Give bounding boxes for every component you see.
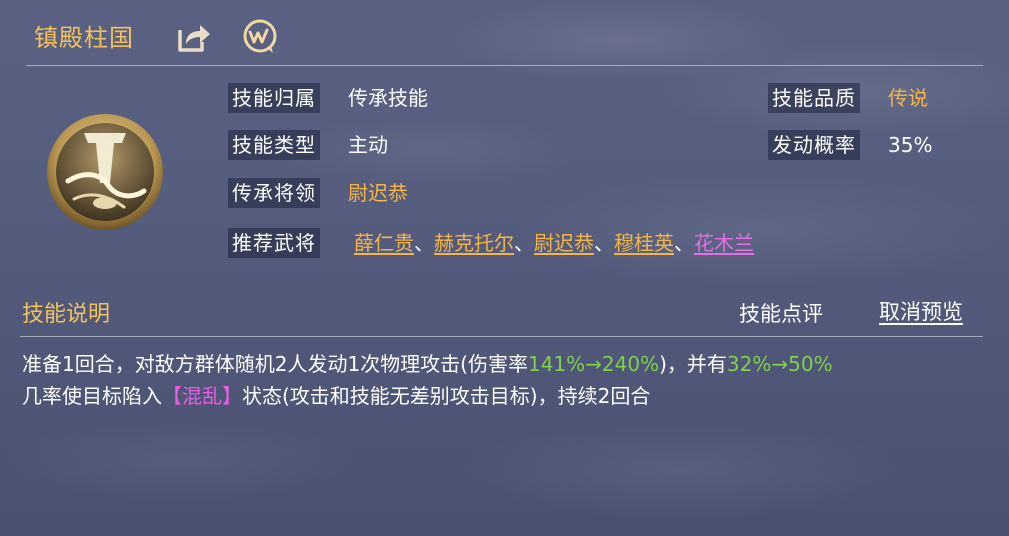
description-text: 几率使目标陷入 [22,384,162,408]
cancel-preview-button[interactable]: 取消预览 [879,296,963,326]
separator: 、 [414,231,434,255]
chance-value: 32%→50% [726,352,833,376]
recommend-general-link[interactable]: 尉迟恭 [534,231,594,255]
damage-rate-value: 141%→240% [527,352,660,376]
cloud-background [0,0,1009,536]
description-text: 准备1回合，对敌方群体随机2人发动1次物理攻击(伤害率 [22,352,528,376]
status-chaos-tag: 【混乱】 [162,384,242,408]
skill-general-label: 传承将领 [228,178,320,208]
recommend-general-link[interactable]: 赫克托尔 [434,231,514,255]
description-text: 状态(攻击和技能无差别攻击目标)，持续2回合 [242,384,651,408]
skill-title: 镇殿柱国 [34,24,134,52]
recommend-label: 推荐武将 [228,228,320,258]
skill-type-label: 技能类型 [228,130,320,160]
recommend-general-link[interactable]: 薛仁贵 [354,231,414,255]
description-text: )，并有 [659,352,727,376]
skill-description: 准备1回合，对敌方群体随机2人发动1次物理攻击(伤害率141%→240%)，并有… [22,348,992,412]
trigger-chance-value: 35% [888,133,933,157]
share-icon [178,25,210,52]
skill-emblem-icon [47,114,163,230]
separator: 、 [514,231,534,255]
skill-icon [44,111,166,233]
skill-review-button[interactable]: 技能点评 [739,298,823,328]
recommend-general-link[interactable]: 穆桂英 [614,231,674,255]
chat-button[interactable] [240,18,280,56]
skill-quality-label: 技能品质 [768,83,860,113]
separator: 、 [594,231,614,255]
skill-belong-label: 技能归属 [228,83,320,113]
recommend-general-link[interactable]: 花木兰 [694,231,754,255]
description-line-2: 几率使目标陷入【混乱】状态(攻击和技能无差别攻击目标)，持续2回合 [22,380,992,412]
separator: 、 [674,231,694,255]
skill-belong-value: 传承技能 [348,86,428,110]
chat-icon [243,19,277,53]
skill-quality-value: 传说 [888,86,928,110]
description-line-1: 准备1回合，对敌方群体随机2人发动1次物理攻击(伤害率141%→240%)，并有… [22,348,992,380]
description-title: 技能说明 [22,302,111,327]
skill-general-value[interactable]: 尉迟恭 [348,178,408,208]
recommend-list: 薛仁贵、赫克托尔、尉迟恭、穆桂英、花木兰 [354,228,754,258]
description-divider [20,336,983,337]
share-button[interactable] [176,20,212,54]
skill-type-value: 主动 [348,133,388,157]
title-divider [26,65,983,66]
trigger-chance-label: 发动概率 [768,130,860,160]
